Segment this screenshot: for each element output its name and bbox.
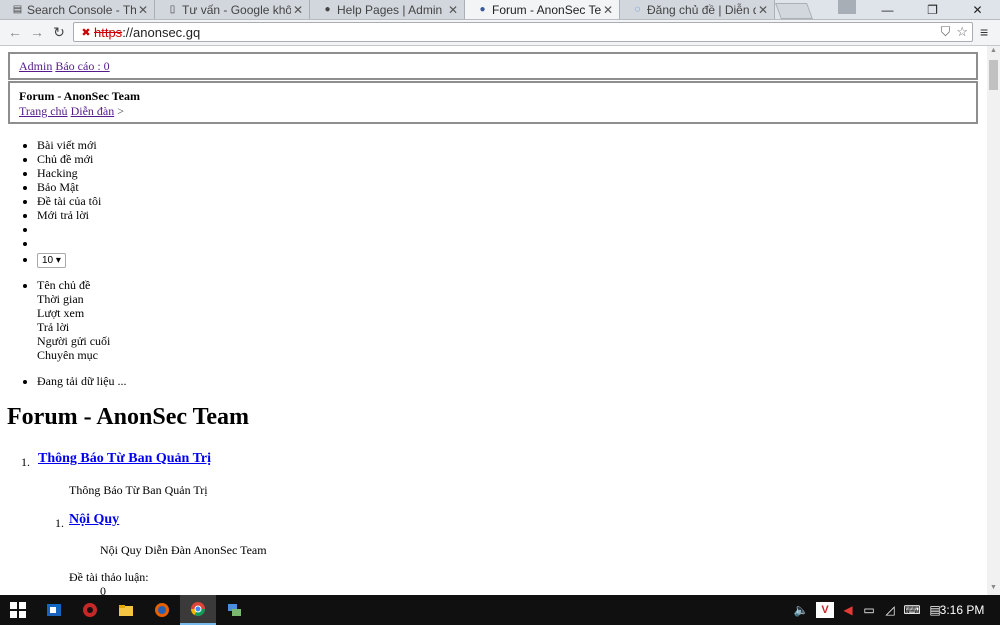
nav-item-new-topics[interactable]: Chủ đề mới	[37, 152, 101, 166]
tab-forum[interactable]: ● Forum - AnonSec Te ✕	[465, 0, 620, 19]
column-topic-name: Tên chủ đề	[37, 278, 91, 292]
tab-help-pages[interactable]: ● Help Pages | Admin ✕	[310, 0, 465, 19]
url-host: ://anonsec.gq	[122, 24, 201, 40]
outlook-icon[interactable]	[36, 595, 72, 625]
page-header: Forum - AnonSec Team Trang chủ Diễn đàn …	[8, 81, 978, 124]
loading-text: Đang tải dữ liệu ...	[37, 374, 126, 388]
search-console-icon: ▤	[12, 4, 23, 15]
globe-icon: ●	[479, 4, 486, 15]
tab-search-console[interactable]: ▤ Search Console - Th ✕	[0, 0, 155, 19]
bookmark-star-icon[interactable]: ☆	[956, 24, 968, 40]
insecure-lock-icon[interactable]: ✖	[78, 26, 94, 39]
network-icon[interactable]: ▭	[858, 603, 880, 617]
vertical-scrollbar[interactable]: ▲ ▼	[987, 46, 1000, 595]
breadcrumb: Trang chủ Diễn đàn >	[19, 104, 967, 119]
column-headers: Tên chủ đề Thời gian Lượt xem Trả lời Ng…	[37, 278, 110, 362]
nav-item-new-replies[interactable]: Mới trả lời	[37, 208, 101, 222]
forward-icon[interactable]: →	[28, 23, 46, 41]
category-description: Thông Báo Từ Ban Quản Trị	[69, 483, 208, 497]
column-views: Lượt xem	[37, 306, 85, 320]
firefox-icon[interactable]	[144, 595, 180, 625]
new-tab-button[interactable]	[775, 3, 813, 19]
network-tool-icon[interactable]	[216, 595, 252, 625]
tab-label: Đăng chủ đề | Diễn đ	[647, 2, 756, 17]
nav-item-hacking[interactable]: Hacking	[37, 166, 101, 180]
window-controls: — ❐ ✕	[865, 0, 1000, 19]
tab-label: Tư vấn - Google khô	[182, 2, 291, 17]
category-number: 1.	[21, 455, 30, 469]
category-link[interactable]: Thông Báo Từ Ban Quản Trị	[38, 451, 211, 467]
close-icon[interactable]: ✕	[136, 3, 150, 17]
tab-post-topic[interactable]: ◌ Đăng chủ đề | Diễn đ ✕	[620, 0, 775, 19]
address-bar[interactable]: ✖ https://anonsec.gq ⛉ ☆	[73, 22, 973, 42]
volume-icon[interactable]: 🔈	[790, 603, 812, 617]
nav-item-security[interactable]: Bảo Mật	[37, 180, 101, 194]
file-explorer-icon[interactable]	[108, 595, 144, 625]
tab-label: Forum - AnonSec Te	[492, 2, 601, 17]
forum-heading: Forum - AnonSec Team	[7, 404, 250, 430]
nav-item-empty	[37, 222, 101, 236]
profile-icon[interactable]	[838, 0, 856, 14]
nav-item-new-posts[interactable]: Bài viết mới	[37, 138, 101, 152]
browser-toolbar: ← → ↻ ✖ https://anonsec.gq ⛉ ☆ ≡	[0, 20, 1000, 46]
antivirus-icon[interactable]	[72, 595, 108, 625]
windows-start-icon[interactable]	[0, 595, 36, 625]
close-icon[interactable]: ✕	[601, 3, 615, 17]
nav-item-my-topics[interactable]: Đề tài của tôi	[37, 194, 101, 208]
tab-google-docs[interactable]: ▯ Tư vấn - Google khô ✕	[155, 0, 310, 19]
system-tray: 🔈 V ◀ ▭ ◿ ⌨ ▤	[790, 595, 946, 625]
subforum-number: 1.	[55, 516, 64, 530]
per-page-select[interactable]: 10 ▾	[37, 253, 66, 268]
close-icon[interactable]: ✕	[291, 3, 305, 17]
shield-icon[interactable]: ⛉	[941, 24, 951, 40]
breadcrumb-separator: >	[117, 104, 124, 118]
topics-count: 0	[100, 584, 106, 595]
tab-label: Help Pages | Admin	[337, 2, 443, 17]
document-icon: ▯	[169, 4, 176, 15]
close-icon[interactable]: ✕	[756, 3, 770, 17]
report-link[interactable]: Báo cáo : 0	[55, 59, 109, 73]
breadcrumb-forum[interactable]: Diễn đàn	[71, 104, 115, 118]
reload-icon[interactable]: ↻	[50, 23, 68, 41]
speaker-alert-icon[interactable]: ◀	[838, 603, 858, 617]
column-replies: Trả lời	[37, 320, 70, 334]
back-icon[interactable]: ←	[6, 23, 24, 41]
column-last-poster: Người gửi cuối	[37, 334, 111, 348]
close-icon[interactable]: ✕	[446, 3, 460, 17]
column-time: Thời gian	[37, 292, 84, 306]
chrome-icon[interactable]	[180, 595, 216, 625]
globe-icon: ●	[324, 4, 331, 15]
per-page-item: 10 ▾	[37, 252, 101, 268]
header-title: Forum - AnonSec Team	[19, 89, 141, 103]
loading-list: Đang tải dữ liệu ...	[37, 374, 126, 388]
topics-label: Đề tài thảo luận:	[69, 570, 149, 584]
nav-item-empty	[37, 236, 101, 250]
nav-list: Bài viết mới Chủ đề mới Hacking Bảo Mật …	[37, 138, 101, 268]
scroll-down-icon[interactable]: ▼	[987, 583, 1000, 595]
loading-icon: ◌	[634, 4, 641, 15]
taskbar: 🔈 V ◀ ▭ ◿ ⌨ ▤ 3:16 PM	[0, 595, 1000, 625]
language-icon[interactable]: ⌨	[900, 603, 924, 617]
vivaldi-icon[interactable]: V	[816, 602, 834, 618]
maximize-icon[interactable]: ❐	[910, 0, 955, 19]
scroll-thumb[interactable]	[989, 60, 998, 90]
tab-label: Search Console - Th	[27, 2, 136, 17]
url-scheme: https	[94, 24, 123, 40]
admin-link[interactable]: Admin	[19, 59, 52, 73]
tab-strip: ▤ Search Console - Th ✕ ▯ Tư vấn - Googl…	[0, 0, 1000, 20]
close-window-icon[interactable]: ✕	[955, 0, 1000, 19]
taskbar-clock[interactable]: 3:16 PM	[932, 595, 992, 625]
minimize-icon[interactable]: —	[865, 0, 910, 19]
breadcrumb-home[interactable]: Trang chủ	[19, 104, 68, 118]
subforum-link[interactable]: Nội Quy	[69, 512, 119, 528]
subforum-description: Nội Quy Diễn Đàn AnonSec Team	[100, 543, 267, 557]
column-category: Chuyên mục	[37, 348, 98, 362]
wifi-icon[interactable]: ◿	[880, 603, 900, 617]
page-viewport: Admin Báo cáo : 0 Forum - AnonSec Team T…	[0, 46, 987, 595]
menu-icon[interactable]: ≡	[980, 24, 994, 40]
column-list: Tên chủ đề Thời gian Lượt xem Trả lời Ng…	[37, 278, 110, 362]
admin-bar: Admin Báo cáo : 0	[8, 52, 978, 80]
scroll-up-icon[interactable]: ▲	[987, 46, 1000, 58]
